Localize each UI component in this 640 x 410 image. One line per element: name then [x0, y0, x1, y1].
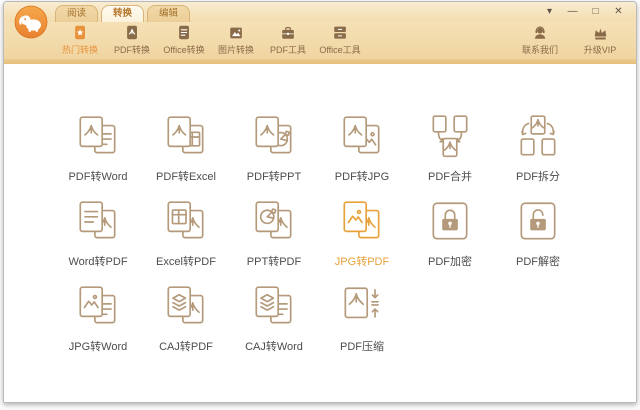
minimize-button[interactable]: —	[566, 5, 579, 18]
grid-item-label: PDF压缩	[340, 341, 384, 353]
grid-item-pdf-to-ppt[interactable]: PDF转PPT	[230, 112, 318, 197]
tab-convert[interactable]: 转换	[101, 5, 145, 22]
jpg-to-word-icon	[73, 282, 123, 332]
toolbar-item-label: 热门转换	[61, 45, 98, 55]
grid-item-pdf-merge[interactable]: PDF合并	[406, 112, 494, 197]
grid-item-label: JPG转Word	[68, 341, 128, 353]
pdf-to-jpg-icon	[337, 112, 387, 162]
pdf-merge-icon	[425, 112, 475, 162]
window-controls: ▾ — □ ✕	[543, 5, 625, 18]
tab-read[interactable]: 阅读	[55, 5, 99, 22]
grid-item-caj-to-word[interactable]: CAJ转Word	[230, 282, 318, 367]
excel-to-pdf-icon	[161, 197, 211, 247]
grid-item-label: PDF合并	[428, 171, 472, 183]
toolbar-item-contact-us[interactable]: 联系我们	[516, 23, 564, 57]
toolbar-item-label: 图片转换	[217, 45, 254, 55]
toolbar-left-group: 热门转换 PDF转换 Office转换 图片转换 PDF工具 Office工具	[56, 23, 364, 57]
grid-item-pdf-encrypt[interactable]: PDF加密	[406, 197, 494, 282]
doc-lines-icon	[176, 24, 193, 41]
grid-item-word-to-pdf[interactable]: Word转PDF	[54, 197, 142, 282]
toolbar-item-hot-convert[interactable]: 热门转换	[56, 23, 104, 57]
grid-item-label: PDF转PPT	[246, 171, 302, 183]
grid-item-pdf-split[interactable]: PDF拆分	[494, 112, 582, 197]
elephant-mascot-icon[interactable]	[14, 5, 48, 39]
doc-pdf-icon	[124, 24, 141, 41]
ppt-to-pdf-icon	[249, 197, 299, 247]
grid-item-label: PDF解密	[516, 256, 560, 268]
toolbar-item-pdf-convert[interactable]: PDF转换	[108, 23, 156, 57]
toolbar-item-label: PDF工具	[269, 45, 306, 55]
grid-item-label: CAJ转PDF	[159, 341, 213, 353]
grid-item-label: PDF拆分	[516, 171, 560, 183]
pdf-decrypt-icon	[513, 197, 563, 247]
jpg-to-pdf-icon	[337, 197, 387, 247]
grid-item-pdf-compress[interactable]: PDF压缩	[318, 282, 406, 367]
toolbar-item-label: PDF转换	[113, 45, 150, 55]
grid-item-pdf-to-jpg[interactable]: PDF转JPG	[318, 112, 406, 197]
grid-item-label: Excel转PDF	[156, 256, 216, 268]
pdf-compress-icon	[337, 282, 387, 332]
toolbar-item-label: 升级VIP	[583, 45, 617, 55]
grid-item-pdf-to-excel[interactable]: PDF转Excel	[142, 112, 230, 197]
toolbar-item-label: Office转换	[163, 45, 205, 55]
grid-item-label: PDF转Excel	[156, 171, 216, 183]
conversion-grid: PDF转Word PDF转Excel PDF转PPT PDF转JPG PDF合并…	[54, 112, 636, 367]
pdf-to-excel-icon	[161, 112, 211, 162]
pdf-encrypt-icon	[425, 197, 475, 247]
toolbar-item-label: 联系我们	[521, 45, 558, 55]
doc-star-icon	[72, 24, 89, 41]
grid-item-label: CAJ转Word	[245, 341, 303, 353]
toolbar-item-upgrade-vip[interactable]: 升级VIP	[576, 23, 624, 57]
toolbar-item-image-convert[interactable]: 图片转换	[212, 23, 260, 57]
drawers-icon	[332, 24, 349, 41]
grid-item-label: PDF转Word	[68, 171, 128, 183]
grid-item-label: JPG转PDF	[334, 256, 390, 268]
caj-to-word-icon	[249, 282, 299, 332]
toolbar-item-office-convert[interactable]: Office转换	[160, 23, 208, 57]
pdf-split-icon	[513, 112, 563, 162]
grid-item-pdf-to-word[interactable]: PDF转Word	[54, 112, 142, 197]
grid-item-jpg-to-pdf[interactable]: JPG转PDF	[318, 197, 406, 282]
grid-item-label: Word转PDF	[68, 256, 128, 268]
grid-item-caj-to-pdf[interactable]: CAJ转PDF	[142, 282, 230, 367]
headset-icon	[532, 24, 549, 41]
grid-item-pdf-decrypt[interactable]: PDF解密	[494, 197, 582, 282]
grid-item-label: PDF转JPG	[334, 171, 390, 183]
maximize-button[interactable]: □	[589, 5, 602, 18]
grid-item-jpg-to-word[interactable]: JPG转Word	[54, 282, 142, 367]
grid-item-label: PPT转PDF	[246, 256, 302, 268]
app-window: 阅读 转换 编辑 ▾ — □ ✕ 热门转换 PDF转换 Office转换 图片转换 PDF工具 Of…	[3, 1, 637, 403]
grid-item-excel-to-pdf[interactable]: Excel转PDF	[142, 197, 230, 282]
skin-menu-button[interactable]: ▾	[543, 5, 556, 18]
grid-item-ppt-to-pdf[interactable]: PPT转PDF	[230, 197, 318, 282]
grid-item-label: PDF加密	[428, 256, 472, 268]
toolbar-item-pdf-tools[interactable]: PDF工具	[264, 23, 312, 57]
briefcase-icon	[280, 24, 297, 41]
toolbar: 热门转换 PDF转换 Office转换 图片转换 PDF工具 Office工具 联系我们 升…	[4, 5, 636, 58]
pdf-to-ppt-icon	[249, 112, 299, 162]
content-area: PDF转Word PDF转Excel PDF转PPT PDF转JPG PDF合并…	[4, 64, 636, 402]
crown-icon	[592, 24, 609, 41]
tab-bar: 阅读 转换 编辑	[55, 4, 193, 22]
toolbar-item-label: Office工具	[319, 45, 361, 55]
caj-to-pdf-icon	[161, 282, 211, 332]
toolbar-item-office-tools[interactable]: Office工具	[316, 23, 364, 57]
word-to-pdf-icon	[73, 197, 123, 247]
image-icon	[228, 24, 245, 41]
close-button[interactable]: ✕	[612, 5, 625, 18]
toolbar-right-group: 联系我们 升级VIP	[516, 23, 624, 57]
pdf-to-word-icon	[73, 112, 123, 162]
titlebar: 阅读 转换 编辑 ▾ — □ ✕	[4, 2, 636, 22]
tab-edit[interactable]: 编辑	[147, 5, 191, 22]
